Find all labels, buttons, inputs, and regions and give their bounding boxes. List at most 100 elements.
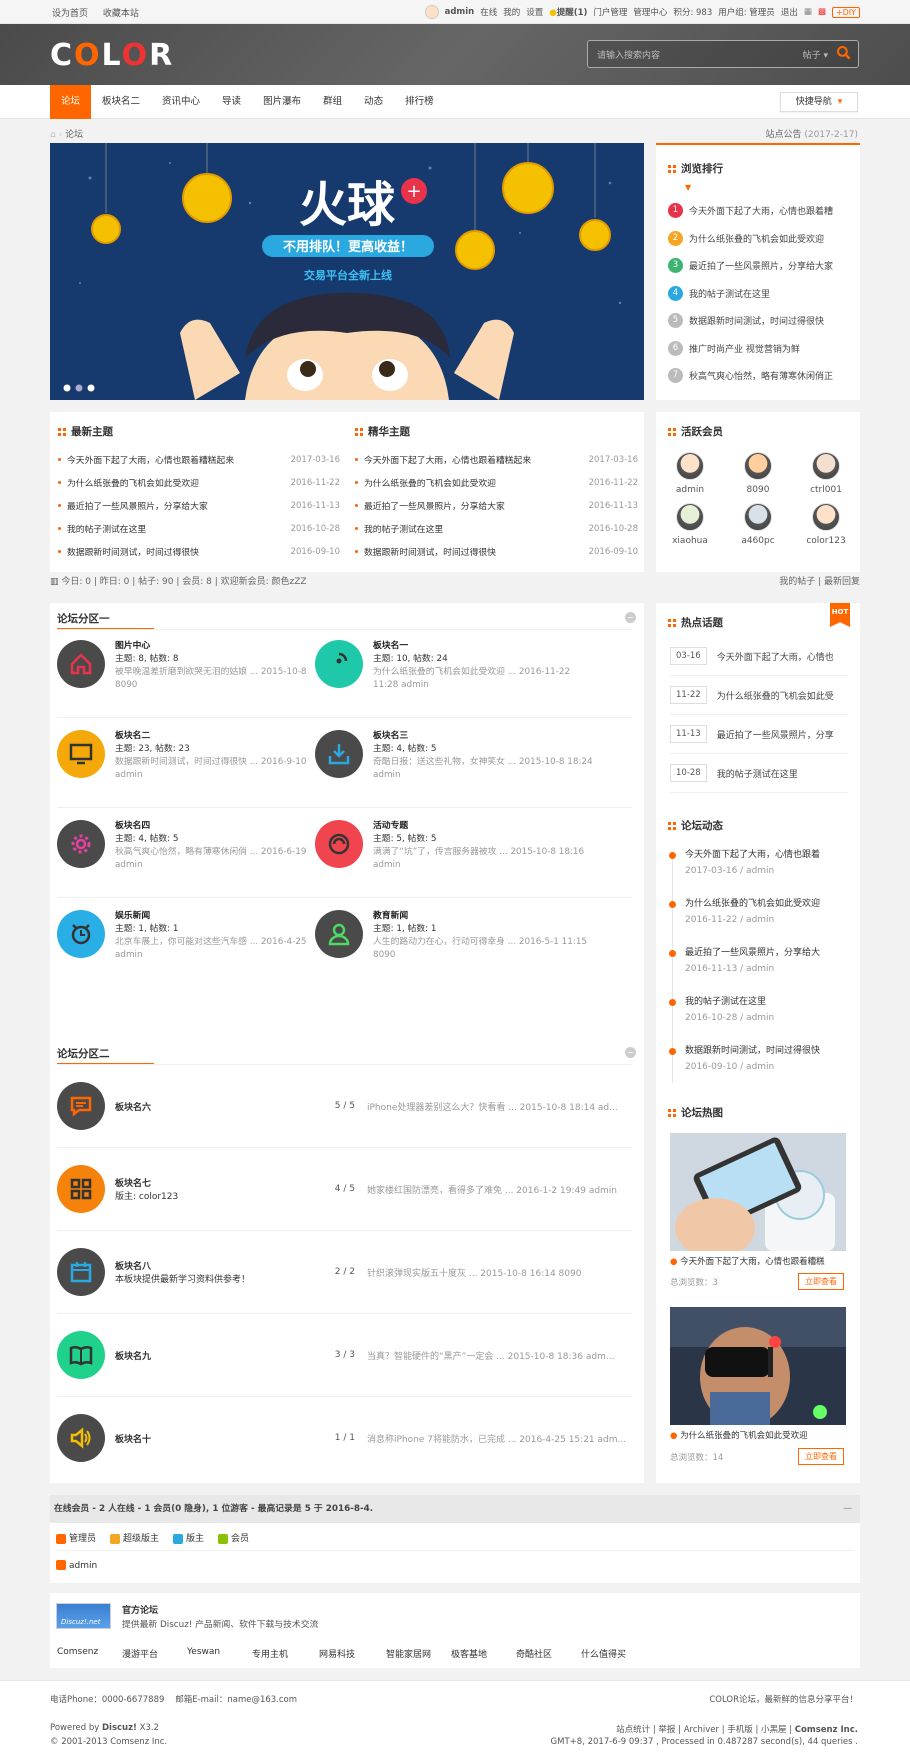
forum-last-user[interactable]: admin xyxy=(373,769,593,782)
forum-block[interactable]: 教育新闻 主题: 1, 帖数: 1 人生的路动力在心，行动可得幸身 ... 2016… xyxy=(315,910,631,962)
topic-title[interactable]: 最近拍了一些风景照片，分享给大家 xyxy=(364,499,589,512)
member-item[interactable]: a460pc xyxy=(724,503,792,546)
forum-name[interactable]: 娱乐新闻 xyxy=(115,910,309,923)
rank-item[interactable]: 3 最近拍了一些风景照片，分享给大家 xyxy=(668,252,854,280)
topic-title[interactable]: 今天外面下起了大雨，心情也跟着糟糕起来 xyxy=(67,453,291,466)
forum-last-post[interactable]: 当真？智能硬件的“黑产”一定会 ... 2015-10-8 18:36 adm.… xyxy=(367,1349,632,1362)
collapse-icon[interactable]: − xyxy=(625,612,636,623)
dynamic-item[interactable]: 今天外面下起了大雨，心情也跟着 2017-03-16 / admin xyxy=(669,847,849,896)
member-name[interactable]: a460pc xyxy=(724,536,792,546)
forum-last-post[interactable]: 为什么纸张叠的飞机会如此受欢迎 ... 2016-11-22 xyxy=(373,666,570,679)
forum-last-user[interactable]: 8090 xyxy=(115,679,309,692)
forum-row[interactable]: 板块名十 1 / 1 消息称iPhone 7将能防水，已完成 ... 2016-4-… xyxy=(57,1413,632,1463)
friend-link[interactable]: 网易科技 xyxy=(319,1647,386,1660)
discuz-logo[interactable]: Discuz!.net xyxy=(56,1603,111,1629)
topic-title[interactable]: 我的帖子测试在这里 xyxy=(364,522,589,535)
hot-title[interactable]: 今天外面下起了大雨，心情也 xyxy=(717,650,834,663)
forum-last-user[interactable]: admin xyxy=(373,859,584,872)
friend-link[interactable]: Comsenz xyxy=(57,1647,122,1660)
topic-item[interactable]: 我的帖子测试在这里 2016-10-28 xyxy=(355,517,638,540)
forum-last-user[interactable]: 8090 xyxy=(373,949,587,962)
topic-title[interactable]: 数据跟新时间测试，时间过得很快 xyxy=(364,545,589,558)
forum-icon[interactable] xyxy=(57,1414,105,1462)
dynamic-item[interactable]: 数据跟新时间测试，时间过得很快 2016-09-10 / admin xyxy=(669,1043,849,1092)
topic-item[interactable]: 我的帖子测试在这里 2016-10-28 xyxy=(58,517,340,540)
dynamic-item[interactable]: 我的帖子测试在这里 2016-10-28 / admin xyxy=(669,994,849,1043)
friend-link[interactable]: 奇酷社区 xyxy=(516,1647,581,1660)
friend-link[interactable]: 什么值得买 xyxy=(581,1647,654,1660)
rank-title[interactable]: 秋高气爽心怡然，略有薄寒休闲俏正 xyxy=(689,369,833,382)
forum-last-post[interactable]: 北京车展上，你可能对这些汽车感 ... 2016-4-25 15:19 xyxy=(115,936,309,949)
rank-title[interactable]: 今天外面下起了大雨，心情也跟着糟 xyxy=(689,204,833,217)
topic-item[interactable]: 最近拍了一些风景照片，分享给大家 2016-11-13 xyxy=(355,494,638,517)
avatar[interactable] xyxy=(676,452,704,480)
forum-last-post[interactable]: 满满了“坑”了，传言服务器被攻 ... 2015-10-8 18:16 xyxy=(373,846,584,859)
forum-block[interactable]: 板块名二 主题: 23, 帖数: 23 数据跟新时间测试，时间过得很快 ... 20… xyxy=(57,730,309,782)
forum-block[interactable]: 板块名三 主题: 4, 帖数: 5 奇酷日报：送这些礼物，女神笑女 ... 2015… xyxy=(315,730,631,782)
official-title[interactable]: 官方论坛 xyxy=(122,1603,158,1616)
forum-icon[interactable] xyxy=(315,820,363,868)
hot-item[interactable]: 03-16 今天外面下起了大雨，心情也 xyxy=(670,637,848,676)
forum-icon[interactable] xyxy=(315,910,363,958)
forum-icon[interactable] xyxy=(315,730,363,778)
forum-block[interactable]: 板块名一 主题: 10, 帖数: 24 为什么纸张叠的飞机会如此受欢迎 ... 20… xyxy=(315,640,631,692)
forum-name[interactable]: 活动专题 xyxy=(373,820,584,833)
rank-item[interactable]: 2 为什么纸张叠的飞机会如此受欢迎 xyxy=(668,225,854,253)
forum-last-user[interactable]: admin xyxy=(115,859,309,872)
forum-block[interactable]: 板块名四 主题: 4, 帖数: 5 秋高气爽心怡然，略有薄寒休闲俏 ... 2016… xyxy=(57,820,309,872)
rank-title[interactable]: 数据跟新时间测试，时间过得很快 xyxy=(689,314,824,327)
dynamic-title[interactable]: 为什么纸张叠的飞机会如此受欢迎 xyxy=(685,896,849,912)
forum-row[interactable]: 板块名八 本板块提供最新学习资料供参考！ 2 / 2 针织滚弹现实版五十度灰 ... … xyxy=(57,1247,632,1297)
dynamic-title[interactable]: 今天外面下起了大雨，心情也跟着 xyxy=(685,847,849,863)
member-item[interactable]: ctrl001 xyxy=(792,452,860,495)
topic-title[interactable]: 我的帖子测试在这里 xyxy=(67,522,291,535)
topic-item[interactable]: 为什么纸张叠的飞机会如此受欢迎 2016-11-22 xyxy=(58,471,340,494)
topic-title[interactable]: 为什么纸张叠的飞机会如此受欢迎 xyxy=(67,476,291,489)
forum-last-post[interactable]: iPhone处理器差别这么大？快看看 ... 2015-10-8 18:14 a… xyxy=(367,1100,632,1113)
section1-title[interactable]: 论坛分区一 xyxy=(57,611,110,626)
discuz-link[interactable]: Discuz! xyxy=(102,1723,137,1733)
topic-item[interactable]: 数据跟新时间测试，时间过得很快 2016-09-10 xyxy=(355,540,638,563)
topic-item[interactable]: 今天外面下起了大雨，心情也跟着糟糕起来 2017-03-16 xyxy=(58,448,340,471)
section2-title[interactable]: 论坛分区二 xyxy=(57,1046,110,1061)
member-item[interactable]: admin xyxy=(656,452,724,495)
forum-name[interactable]: 教育新闻 xyxy=(373,910,587,923)
rank-title[interactable]: 为什么纸张叠的飞机会如此受欢迎 xyxy=(689,232,824,245)
dynamic-item[interactable]: 为什么纸张叠的飞机会如此受欢迎 2016-11-22 / admin xyxy=(669,896,849,945)
hot-title[interactable]: 最近拍了一些风景照片，分享 xyxy=(717,728,834,741)
forum-last-post[interactable]: 数据跟新时间测试，时间过得很快 ... 2016-9-10 08:17 xyxy=(115,756,309,769)
topic-title[interactable]: 数据跟新时间测试，时间过得很快 xyxy=(67,545,291,558)
hot-image-2[interactable] xyxy=(670,1307,846,1425)
friend-link[interactable]: 极客基地 xyxy=(451,1647,516,1660)
forum-block[interactable]: 娱乐新闻 主题: 1, 帖数: 1 北京车展上，你可能对这些汽车感 ... 2016… xyxy=(57,910,309,962)
topic-title[interactable]: 为什么纸张叠的飞机会如此受欢迎 xyxy=(364,476,589,489)
forum-icon[interactable] xyxy=(57,640,105,688)
rank-title[interactable]: 最近拍了一些风景照片，分享给大家 xyxy=(689,259,833,272)
collapse-icon[interactable]: — xyxy=(843,1495,852,1523)
forum-icon[interactable] xyxy=(57,1165,105,1213)
topic-item[interactable]: 今天外面下起了大雨，心情也跟着糟糕起来 2017-03-16 xyxy=(355,448,638,471)
forum-name[interactable]: 图片中心 xyxy=(115,640,309,653)
forum-block[interactable]: 图片中心 主题: 8, 帖数: 8 被早晚温差折磨到欲哭无泪的姑娘 ... 2015… xyxy=(57,640,309,692)
forum-block[interactable]: 活动专题 主题: 5, 帖数: 5 满满了“坑”了，传言服务器被攻 ... 2015… xyxy=(315,820,631,872)
forum-row[interactable]: 板块名六 5 / 5 iPhone处理器差别这么大？快看看 ... 2015-10-… xyxy=(57,1081,632,1131)
view-now-button[interactable]: 立即查看 xyxy=(798,1273,844,1290)
topic-title[interactable]: 今天外面下起了大雨，心情也跟着糟糕起来 xyxy=(364,453,589,466)
forum-name[interactable]: 板块名六 xyxy=(115,1100,315,1113)
my-posts-link[interactable]: 我的帖子 xyxy=(779,577,815,587)
forum-name[interactable]: 板块名三 xyxy=(373,730,593,743)
forum-icon[interactable] xyxy=(57,730,105,778)
forum-last-post[interactable]: 奇酷日报：送这些礼物，女神笑女 ... 2015-10-8 18:24 xyxy=(373,756,593,769)
hot-image-1-title[interactable]: ● 今天外面下起了大雨，心情也跟着糟糕 xyxy=(670,1255,846,1267)
forum-last-post[interactable]: 消息称iPhone 7将能防水，已完成 ... 2016-4-25 15:21 … xyxy=(367,1432,632,1445)
online-user[interactable]: admin xyxy=(56,1560,97,1571)
forum-name[interactable]: 板块名一 xyxy=(373,640,570,653)
online-header[interactable]: 在线会员 - 2 人在线 - 1 会员(0 隐身), 1 位游客 - 最高记录是… xyxy=(50,1495,860,1523)
member-item[interactable]: 8090 xyxy=(724,452,792,495)
hot-title[interactable]: 我的帖子测试在这里 xyxy=(717,767,798,780)
hot-item[interactable]: 11-13 最近拍了一些风景照片，分享 xyxy=(670,715,848,754)
forum-last-user[interactable]: 11:28 admin xyxy=(373,679,570,692)
forum-name[interactable]: 板块名四 xyxy=(115,820,309,833)
forum-name[interactable]: 板块名九 xyxy=(115,1349,315,1362)
rank-item[interactable]: 5 数据跟新时间测试，时间过得很快 xyxy=(668,307,854,335)
